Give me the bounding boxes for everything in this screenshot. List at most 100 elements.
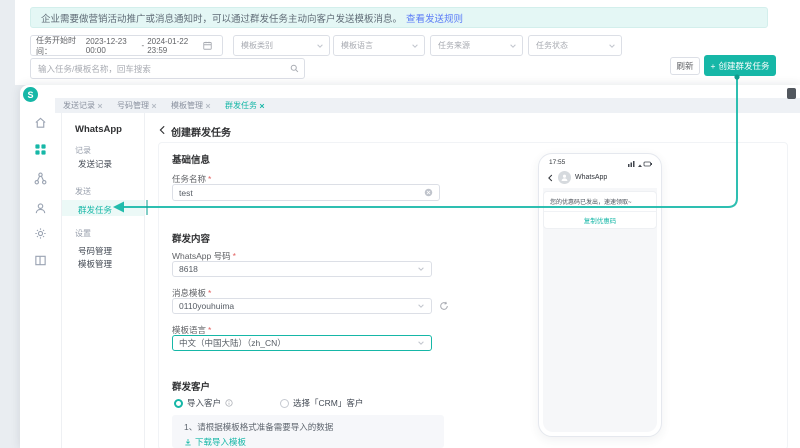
required-mark: * bbox=[233, 251, 236, 261]
phone-message-text: 您的优惠码已发出，速速领取~ bbox=[544, 192, 656, 206]
annotation-cursor-icon bbox=[787, 88, 796, 99]
clear-icon[interactable] bbox=[424, 188, 433, 197]
sidebar-group-send: 发送 bbox=[75, 186, 91, 197]
template-category-select[interactable]: 模板类别 bbox=[233, 35, 330, 56]
chevron-down-icon bbox=[316, 42, 324, 50]
radio-unselected-icon bbox=[280, 399, 289, 408]
search-icon bbox=[290, 64, 299, 73]
download-icon bbox=[184, 438, 192, 446]
task-status-placeholder: 任务状态 bbox=[536, 40, 568, 51]
date-separator: - bbox=[142, 41, 145, 50]
search-placeholder: 输入任务/模板名称，回车搜索 bbox=[38, 63, 151, 75]
search-input[interactable]: 输入任务/模板名称，回车搜索 bbox=[30, 58, 305, 79]
create-bulk-task-label: 创建群发任务 bbox=[718, 60, 769, 72]
required-mark: * bbox=[208, 288, 211, 298]
radio-selected-icon bbox=[174, 399, 183, 408]
chevron-down-icon bbox=[509, 42, 517, 50]
tab-send-records[interactable]: 发送记录 bbox=[63, 100, 103, 111]
radio-import-customers[interactable]: 导入客户 bbox=[174, 397, 233, 409]
radio-import-label: 导入客户 bbox=[187, 397, 221, 409]
template-language-placeholder: 模板语言 bbox=[341, 40, 373, 51]
task-source-placeholder: 任务来源 bbox=[438, 40, 470, 51]
message-template-value: 0110youhuima bbox=[179, 301, 234, 311]
section-basic-info: 基础信息 bbox=[172, 152, 210, 166]
import-tip-text: 1、请根据模板格式准备需要导入的数据 bbox=[184, 421, 444, 433]
calendar-icon bbox=[203, 41, 212, 50]
notice-banner: 企业需要做营销活动推广或消息通知时，可以通过群发任务主动向客户发送模板消息。 查… bbox=[30, 7, 768, 28]
send-rules-link[interactable]: 查看发送规则 bbox=[406, 11, 463, 25]
tab-label: 号码管理 bbox=[117, 100, 149, 111]
icon-rail bbox=[20, 113, 62, 448]
date-start-value: 2023-12-23 00:00 bbox=[86, 37, 139, 55]
screen: 企业需要做营销活动推广或消息通知时，可以通过群发任务主动向客户发送模板消息。 查… bbox=[0, 0, 800, 448]
refresh-templates-icon[interactable] bbox=[439, 301, 449, 311]
sidebar-title: WhatsApp bbox=[75, 124, 122, 135]
template-category-placeholder: 模板类别 bbox=[241, 40, 273, 51]
phone-time: 17:55 bbox=[549, 159, 565, 166]
date-range-picker[interactable]: 任务开始时间： 2023-12-23 00:00 - 2024-01-22 23… bbox=[30, 35, 223, 56]
sidebar-group-settings: 设置 bbox=[75, 228, 91, 239]
download-template-link[interactable]: 下载导入模板 bbox=[184, 436, 444, 448]
book-icon[interactable] bbox=[34, 254, 47, 267]
radio-crm-customers[interactable]: 选择「CRM」客户 bbox=[280, 397, 363, 409]
close-icon[interactable] bbox=[205, 103, 211, 109]
home-icon[interactable] bbox=[34, 116, 47, 129]
gear-icon[interactable] bbox=[34, 227, 47, 240]
refresh-label: 刷新 bbox=[676, 60, 693, 72]
whatsapp-number-select[interactable]: 8618 bbox=[172, 261, 432, 277]
refresh-button[interactable]: 刷新 bbox=[670, 57, 700, 75]
sidebar-item-bulk-task[interactable]: 群发任务 bbox=[78, 204, 112, 216]
chevron-down-icon bbox=[417, 339, 425, 347]
date-end-value: 2024-01-22 23:59 bbox=[147, 37, 200, 55]
phone-message-card: 您的优惠码已发出，速速领取~ 复制优惠码 bbox=[543, 191, 657, 229]
workflow-icon[interactable] bbox=[34, 172, 47, 185]
app-logo-letter: S bbox=[27, 90, 33, 100]
chevron-down-icon bbox=[608, 42, 616, 50]
required-mark: * bbox=[208, 174, 211, 184]
message-template-select[interactable]: 0110youhuima bbox=[172, 298, 432, 314]
user-icon[interactable] bbox=[34, 202, 47, 215]
template-language-value: 中文（中国大陆）（zh_CN） bbox=[179, 337, 286, 349]
whatsapp-number-value: 8618 bbox=[179, 264, 198, 274]
phone-app-name: WhatsApp bbox=[575, 174, 607, 181]
required-mark: * bbox=[208, 325, 211, 335]
template-language-select[interactable]: 模板语言 bbox=[333, 35, 425, 56]
task-name-input[interactable]: test bbox=[172, 184, 440, 201]
tab-bar: 发送记录 号码管理 模板管理 群发任务 bbox=[55, 98, 800, 113]
tab-label: 群发任务 bbox=[225, 100, 257, 111]
back-icon[interactable] bbox=[158, 125, 167, 135]
sidebar-item-number-management[interactable]: 号码管理 bbox=[78, 245, 112, 257]
sidebar-item-send-records[interactable]: 发送记录 bbox=[78, 158, 112, 170]
date-range-label: 任务开始时间： bbox=[36, 35, 83, 56]
chevron-down-icon bbox=[417, 265, 425, 273]
plus-icon: + bbox=[711, 61, 716, 71]
section-bulk-customers: 群发客户 bbox=[172, 379, 210, 393]
template-language-value-select[interactable]: 中文（中国大陆）（zh_CN） bbox=[172, 335, 432, 351]
tab-label: 模板管理 bbox=[171, 100, 203, 111]
chevron-down-icon bbox=[417, 302, 425, 310]
close-icon[interactable] bbox=[97, 103, 103, 109]
avatar bbox=[558, 171, 571, 184]
tab-template-management[interactable]: 模板管理 bbox=[171, 100, 211, 111]
tab-number-management[interactable]: 号码管理 bbox=[117, 100, 157, 111]
info-icon bbox=[225, 399, 233, 407]
close-icon[interactable] bbox=[151, 103, 157, 109]
task-name-value: test bbox=[179, 188, 193, 198]
close-icon[interactable] bbox=[259, 103, 265, 109]
create-bulk-task-button[interactable]: + 创建群发任务 bbox=[704, 55, 776, 76]
app-logo: S bbox=[23, 87, 38, 102]
phone-status-icons bbox=[628, 160, 652, 167]
download-template-label: 下载导入模板 bbox=[195, 436, 246, 448]
section-bulk-content: 群发内容 bbox=[172, 231, 210, 245]
apps-grid-icon[interactable] bbox=[34, 143, 47, 156]
sidebar-group-records: 记录 bbox=[75, 145, 91, 156]
task-source-select[interactable]: 任务来源 bbox=[430, 35, 523, 56]
import-tip-box: 1、请根据模板格式准备需要导入的数据 下载导入模板 bbox=[172, 415, 444, 448]
notice-text: 企业需要做营销活动推广或消息通知时，可以通过群发任务主动向客户发送模板消息。 bbox=[41, 11, 402, 25]
tab-bulk-task[interactable]: 群发任务 bbox=[225, 100, 265, 111]
phone-message-button[interactable]: 复制优惠码 bbox=[544, 211, 656, 228]
phone-back-icon bbox=[547, 174, 554, 182]
chevron-down-icon bbox=[411, 42, 419, 50]
sidebar-item-template-management[interactable]: 模板管理 bbox=[78, 258, 112, 270]
task-status-select[interactable]: 任务状态 bbox=[528, 35, 622, 56]
